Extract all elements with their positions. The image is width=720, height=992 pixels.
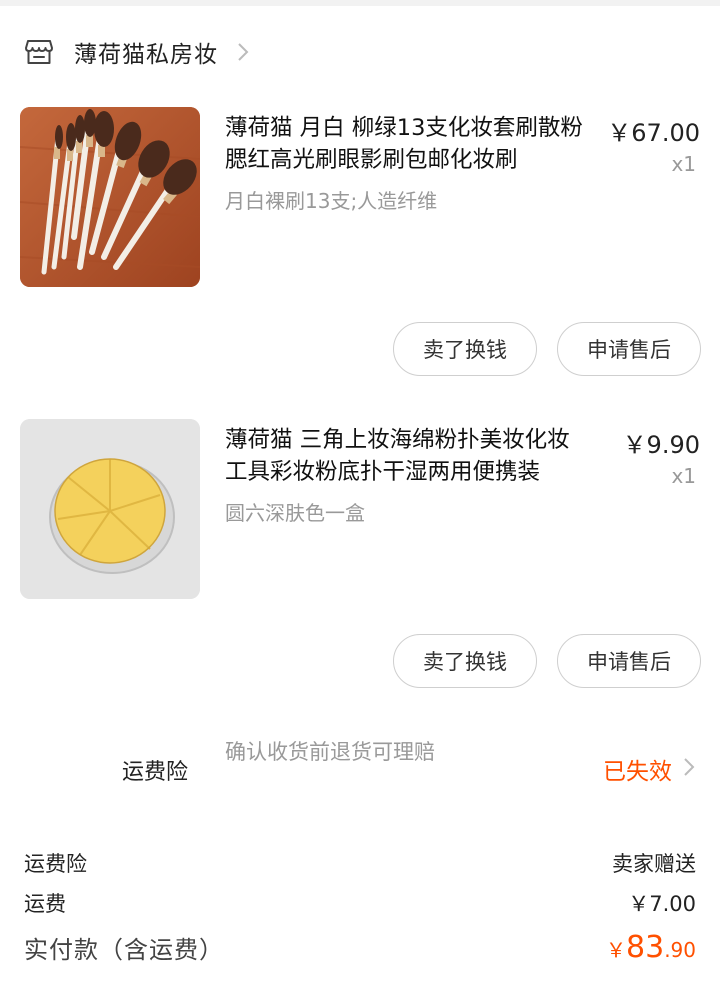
sell-button[interactable]: 卖了换钱 [393, 322, 537, 376]
product-quantity: x1 [671, 152, 696, 176]
total-label: 实付款（含运费） [24, 936, 224, 964]
shipping-insurance-label: 运费险 [122, 760, 189, 785]
product-title[interactable]: 薄荷猫 三角上妆海绵粉扑美妆化妆工具彩妆粉底扑干湿两用便携装 [225, 424, 590, 488]
product-image[interactable] [20, 419, 200, 599]
total-decimal: .90 [664, 938, 696, 962]
after-sale-button[interactable]: 申请售后 [557, 634, 701, 688]
after-sale-button[interactable]: 申请售后 [557, 322, 701, 376]
summary-shipping-label: 运费 [24, 892, 66, 916]
chevron-right-icon [682, 756, 696, 778]
store-icon [24, 37, 54, 67]
sell-button[interactable]: 卖了换钱 [393, 634, 537, 688]
product-sku: 月白裸刷13支;人造纤维 [225, 189, 438, 213]
summary-insurance-label: 运费险 [24, 852, 87, 876]
shipping-insurance-status: 已失效 [603, 759, 672, 785]
shipping-insurance-description: 确认收货前退货可理赔 [225, 740, 435, 764]
product-sku: 圆六深肤色一盒 [225, 501, 365, 525]
summary-insurance-row: 运费险 卖家赠送 [24, 848, 696, 882]
product-price: ￥67.00 [607, 119, 700, 147]
summary-shipping-value: ￥7.00 [628, 892, 696, 916]
summary-shipping-row: 运费 ￥7.00 [24, 888, 696, 922]
shop-header[interactable]: 薄荷猫私房妆 [24, 36, 250, 68]
total-currency: ￥ [606, 938, 626, 962]
product-price: ￥9.90 [622, 431, 700, 459]
product-title[interactable]: 薄荷猫 月白 柳绿13支化妆套刷散粉腮红高光刷眼影刷包邮化妆刷 [225, 112, 590, 176]
total-amount: ￥83.90 [606, 930, 696, 965]
total-integer: 83 [626, 930, 665, 965]
product-quantity: x1 [671, 464, 696, 488]
shipping-insurance-row[interactable]: 运费险 确认收货前退货可理赔 已失效 [0, 732, 720, 804]
top-separator [0, 0, 720, 6]
summary-total-row: 实付款（含运费） ￥83.90 [24, 930, 696, 974]
shop-name: 薄荷猫私房妆 [74, 42, 218, 68]
product-image[interactable] [20, 107, 200, 287]
chevron-right-icon [236, 41, 250, 63]
summary-insurance-value: 卖家赠送 [612, 852, 696, 876]
